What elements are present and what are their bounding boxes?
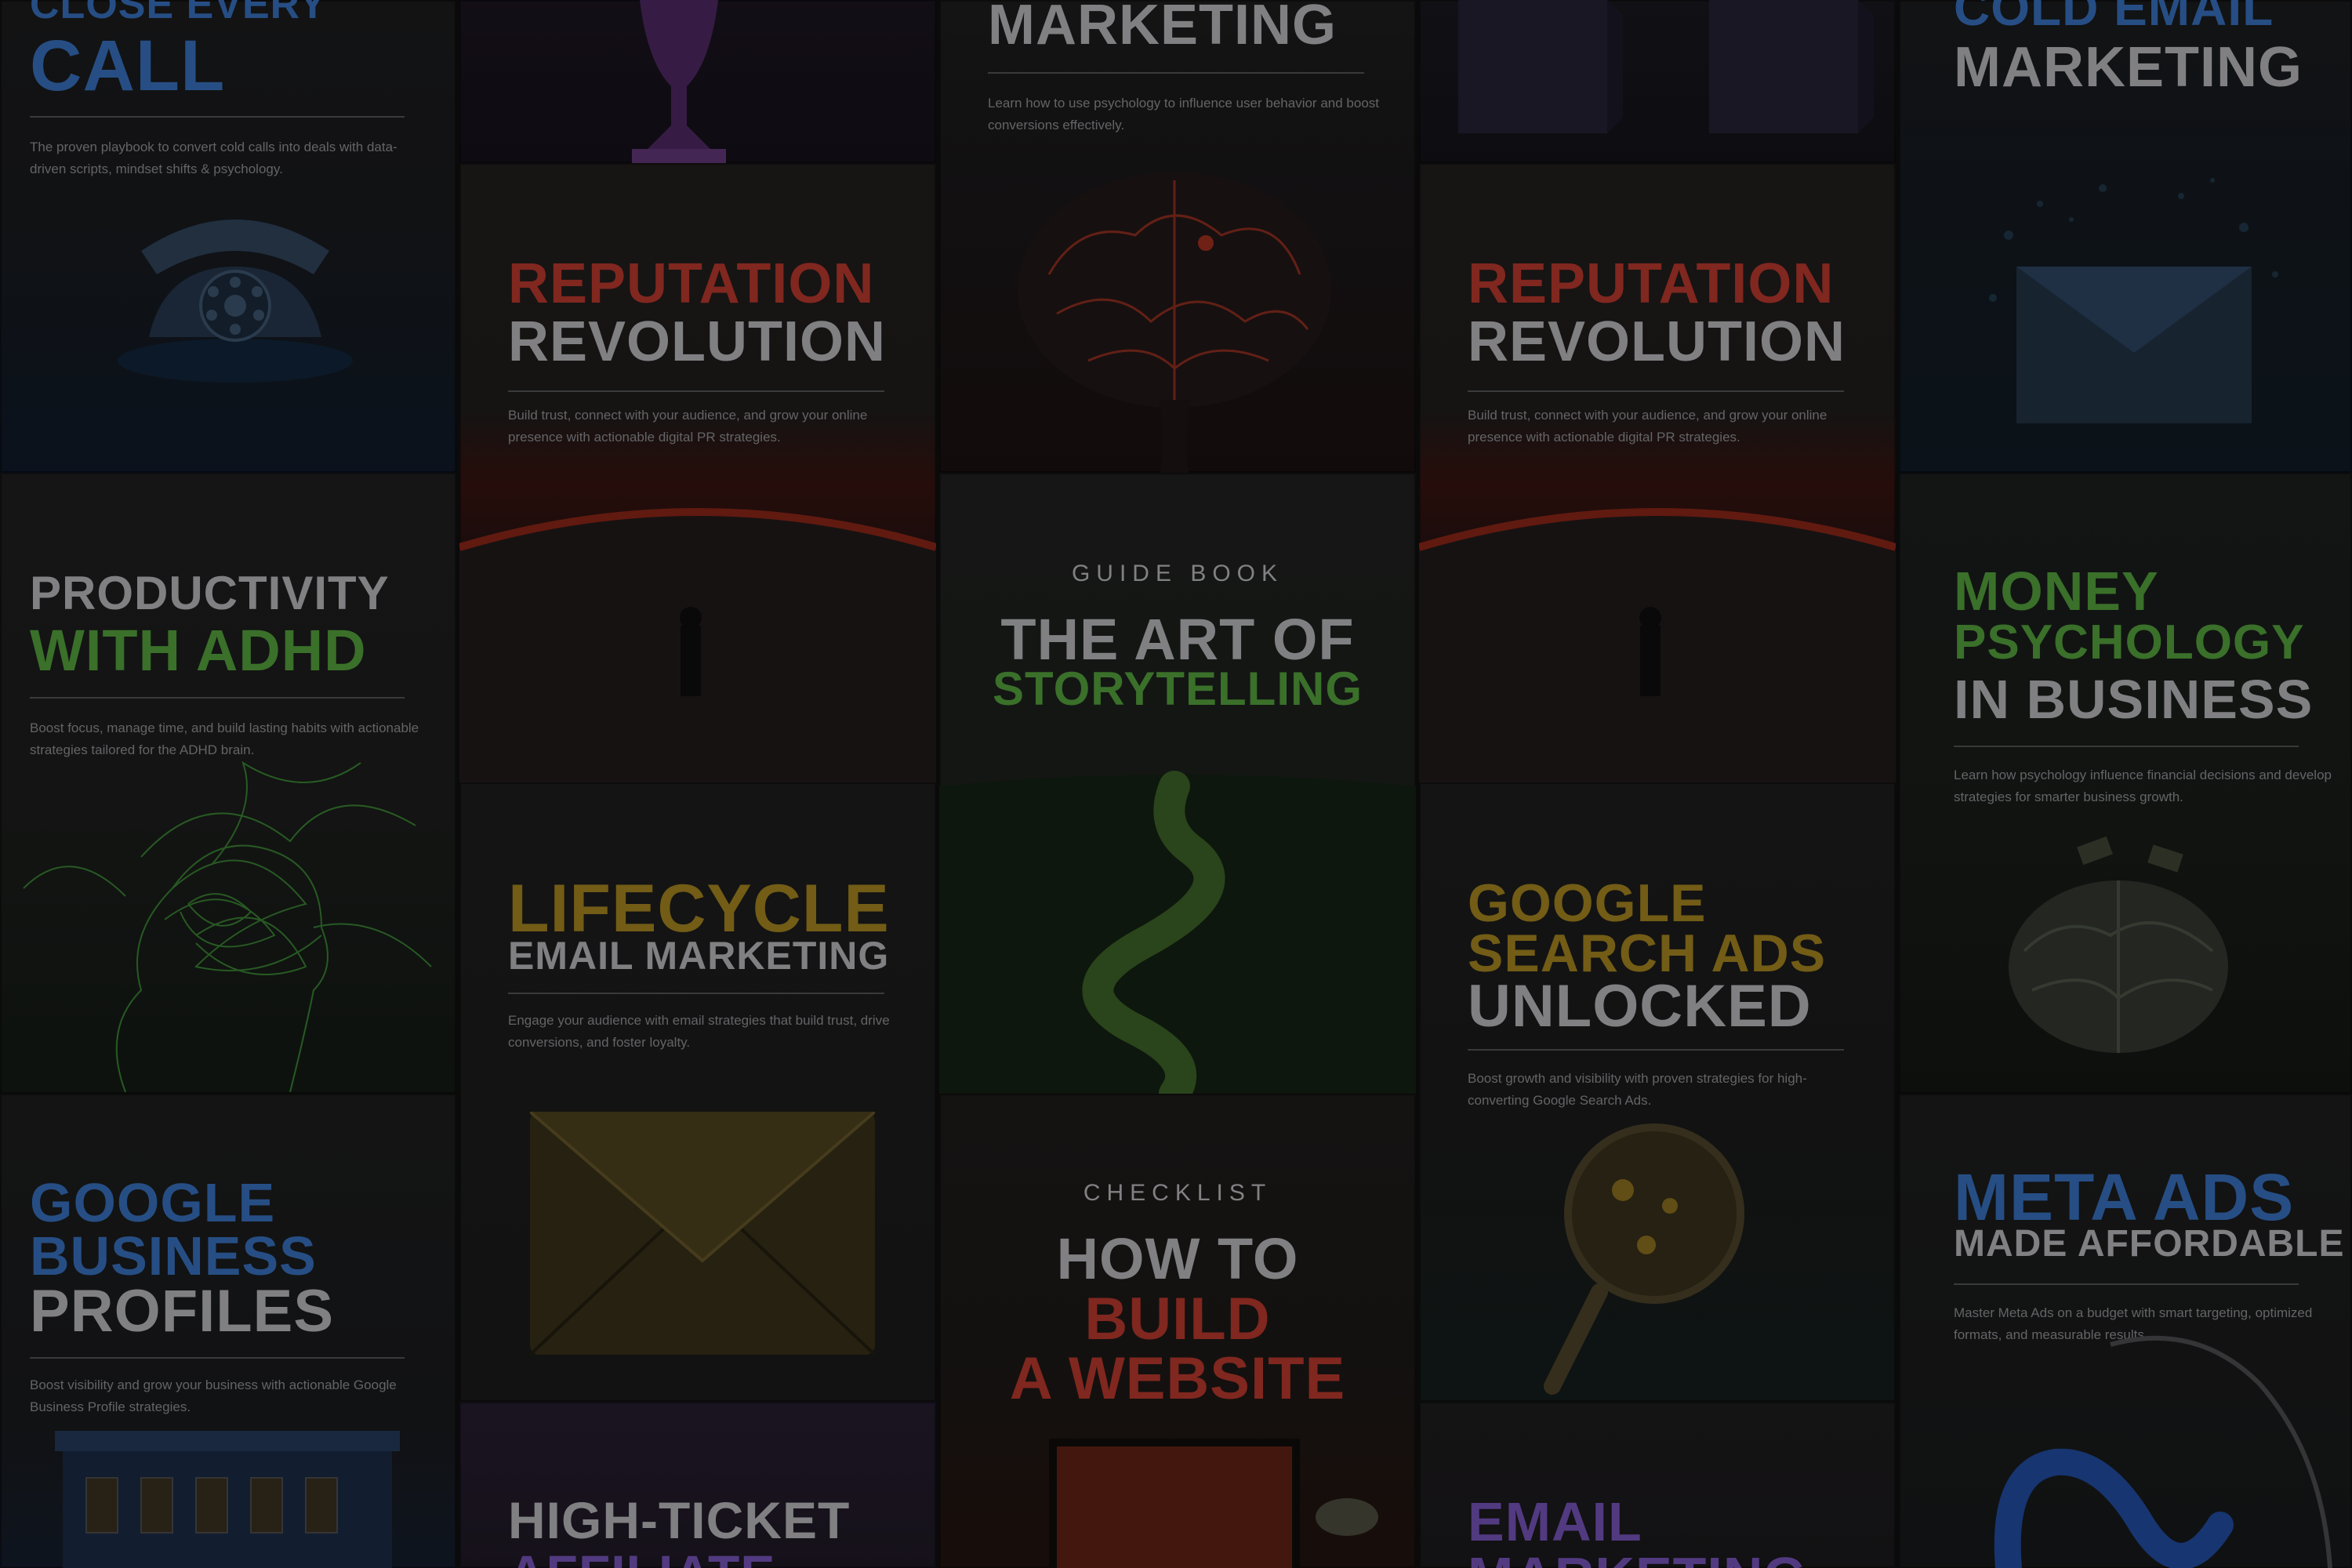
neural-head-icon [23,760,432,1092]
column-1: CLOSE EVERY CALL The proven playbook to … [0,0,456,1568]
title-rule [1468,390,1844,392]
book-title-line-2: AFFILIATE [508,1548,905,1568]
book-description: Learn how to use psychology to influence… [988,96,1379,132]
title-rule [508,993,884,994]
book-title-line-2: EMAIL MARKETING [508,934,890,978]
book-title-line-2: SEARCH ADS [1468,924,1827,983]
book-kicker: CHECKLIST [1083,1180,1272,1206]
book-title-line-2: MARKETING [1954,36,2303,99]
book-title-line-1: PRODUCTIVITY [30,567,390,619]
title-rule [508,390,884,392]
book-description: Engage your audience with email strategi… [508,1013,890,1050]
book-title-line-2: PSYCHOLOGY [1954,615,2305,670]
book-title-line-3: PROFILES [30,1278,335,1345]
book-title-line-1: CLOSE EVERY [30,0,327,27]
book-cover-wall: CLOSE EVERY CALL The proven playbook to … [0,0,2352,1568]
column-5: COLD EMAIL MARKETING MONEY PSYCHOLOGY IN… [1899,0,2352,1568]
book-title-line-1: GOOGLE [30,1172,276,1233]
title-rule [988,72,1364,74]
book-title-line-1: EMAIL [1468,1491,1642,1552]
book-card-psychology-marketing[interactable]: MARKETING Learn how to use psychology to… [939,0,1416,473]
book-card-reputation-revolution[interactable]: REPUTATION REVOLUTION Build trust, conne… [459,163,936,782]
book-card-how-to-build-a-website[interactable]: CHECKLIST HOW TO BUILD A WEBSITE [939,1094,1416,1568]
book-description: Build trust, connect with your audience,… [508,408,868,445]
book-title-line-3: UNLOCKED [1468,973,1812,1040]
book-card-close-every-call[interactable]: CLOSE EVERY CALL The proven playbook to … [0,0,456,473]
meta-logo-icon [1994,1335,2332,1568]
winding-road-icon [939,771,1416,1094]
book-title-line-1: HIGH-TICKET [508,1491,851,1549]
book-title-line-3: A WEBSITE [1009,1345,1346,1412]
book-description: Boost growth and visibility with proven … [1468,1071,1807,1108]
column-2: REPUTATION REVOLUTION Build trust, conne… [459,0,936,1568]
book-card-google-business-profiles[interactable]: GOOGLE BUSINESS PROFILES Boost visibilit… [0,1094,456,1568]
glowing-brain-icon [1018,172,1331,473]
trophy-icon [632,0,726,163]
exploding-envelope-icon [1989,178,2278,423]
book-card-email-marketing[interactable]: EMAIL MARKETING [1419,1402,1896,1568]
book-title-line-2: REVOLUTION [508,310,887,373]
book-title-line-2: CALL [30,26,226,106]
magnifying-glass-icon [1544,1123,1744,1395]
monitor-desk-icon [1049,1439,1378,1568]
book-kicker: GUIDE BOOK [1071,561,1284,586]
planet-horizon-icon [459,508,936,782]
book-title-line-1: COLD EMAIL [1954,0,2274,36]
column-4: REPUTATION REVOLUTION Build trust, conne… [1419,0,1896,1568]
book-title-line-1: LIFECYCLE [508,871,890,946]
book-title-line-1: REPUTATION [508,252,875,315]
book-title-line-2: BUILD [1084,1286,1271,1352]
book-card-cubes[interactable] [1419,0,1896,163]
planet-horizon-icon [1419,508,1896,782]
title-rule [30,1357,405,1359]
book-title-line-1: MARKETING [988,0,1337,56]
storefront-icon [55,1431,400,1568]
book-card-money-psychology[interactable]: MONEY PSYCHOLOGY IN BUSINESS Learn how p… [1899,473,2352,1094]
book-description: Build trust, connect with your audience,… [1468,408,1828,445]
book-description: Boost visibility and grow your business … [30,1377,397,1414]
book-title-line-1: META ADS [1954,1160,2295,1234]
envelope-icon [530,1112,875,1356]
book-title-line-2: WITH ADHD [30,618,367,683]
book-card-art-of-storytelling[interactable]: GUIDE BOOK THE ART OF STORYTELLING [939,473,1416,1094]
telephone-icon [118,220,353,383]
book-card-reputation-revolution-2[interactable]: REPUTATION REVOLUTION Build trust, conne… [1419,163,1896,782]
book-title-line-1: THE ART OF [1000,607,1355,672]
column-3: MARKETING Learn how to use psychology to… [939,0,1416,1568]
book-title-line-1: GOOGLE [1468,873,1707,933]
book-title-line-2: MARKETING [1468,1549,1864,1568]
title-rule [1954,746,2299,747]
book-card-trophy[interactable] [459,0,936,163]
book-title-line-1: REPUTATION [1468,252,1835,315]
cubes-icon [1458,0,1874,133]
title-rule [30,116,405,118]
book-title-line-2: BUSINESS [30,1225,317,1287]
book-card-high-ticket-affiliate[interactable]: HIGH-TICKET AFFILIATE [459,1402,936,1568]
book-card-cold-email-marketing[interactable]: COLD EMAIL MARKETING [1899,0,2352,473]
title-rule [1468,1049,1844,1051]
book-title-line-2: STORYTELLING [992,662,1363,715]
money-brain-icon [2009,836,2228,1053]
book-card-meta-ads[interactable]: META ADS MADE AFFORDABLE Master Meta Ads… [1899,1094,2352,1568]
book-card-productivity-adhd[interactable]: PRODUCTIVITY WITH ADHD Boost focus, mana… [0,473,456,1094]
title-rule [1954,1283,2299,1285]
book-card-lifecycle-email-marketing[interactable]: LIFECYCLE EMAIL MARKETING Engage your au… [459,782,936,1402]
book-title-line-2: MADE AFFORDABLE [1954,1223,2345,1265]
book-title-line-1: MONEY [1954,561,2159,622]
book-description: Learn how psychology influence financial… [1954,768,2332,804]
title-rule [30,697,405,699]
book-description: The proven playbook to convert cold call… [30,140,397,176]
book-title-line-2: REVOLUTION [1468,310,1846,373]
book-card-google-search-ads[interactable]: GOOGLE SEARCH ADS UNLOCKED Boost growth … [1419,782,1896,1402]
book-title-line-1: HOW TO [1056,1226,1299,1291]
book-title-line-3: IN BUSINESS [1954,669,2314,730]
